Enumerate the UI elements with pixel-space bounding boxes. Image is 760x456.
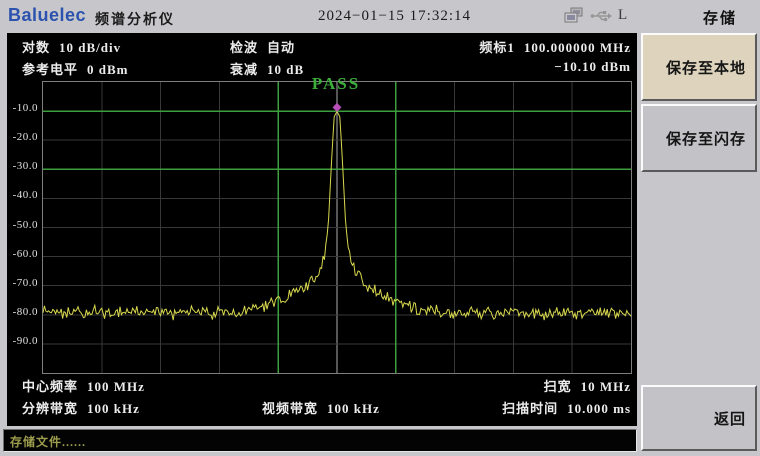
scale-setting: 对数 10 dB/div <box>22 37 121 56</box>
y-axis-label: -60.0 <box>7 248 38 260</box>
back-button-label: 返回 <box>714 408 746 429</box>
marker-readout-freq: 频标1 100.000000 MHz <box>479 37 631 56</box>
rbw-readout: 分辨带宽 100 kHz <box>22 398 140 417</box>
ref-level-setting: 参考电平 0 dBm <box>22 59 129 78</box>
sweep-time-readout: 扫描时间 10.000 ms <box>502 398 631 417</box>
header-bar: Baluelec 频谱分析仪 2024−01−15 17:32:14 L 存储 <box>0 0 760 33</box>
span-value: 10 MHz <box>581 379 631 394</box>
center-frequency-value: 100 MHz <box>87 379 145 394</box>
span-label: 扫宽 <box>544 379 572 394</box>
menu-title: 存储 <box>685 7 755 28</box>
y-axis-label: -90.0 <box>7 335 38 347</box>
pass-indicator: PASS <box>296 74 376 94</box>
vbw-readout: 视频带宽 100 kHz <box>262 398 380 417</box>
detector-setting: 检波自动 <box>230 37 295 56</box>
sweep-time-value: 10.000 ms <box>567 401 631 416</box>
y-axis-label: -80.0 <box>7 306 38 318</box>
center-frequency-label: 中心频率 <box>22 379 78 394</box>
ref-level-value: 0 dBm <box>87 62 128 77</box>
spectrum-chart-svg <box>43 82 631 373</box>
rbw-label: 分辨带宽 <box>22 401 78 416</box>
app-title: 频谱分析仪 <box>95 9 175 29</box>
datetime: 2024−01−15 17:32:14 <box>318 8 471 25</box>
span-readout: 扫宽 10 MHz <box>544 376 631 395</box>
vbw-label: 视频带宽 <box>262 401 318 416</box>
save-to-local-label: 保存至本地 <box>666 57 746 78</box>
brand-logo: Baluelec <box>8 5 86 26</box>
status-letter: L <box>618 7 627 24</box>
y-axis-label: -50.0 <box>7 219 38 231</box>
usb-icon <box>590 9 613 28</box>
status-bar: 存储文件...... <box>3 429 637 452</box>
detector-value: 自动 <box>267 40 295 55</box>
plot-area <box>42 81 632 374</box>
center-frequency-readout: 中心频率 100 MHz <box>22 376 145 395</box>
marker-label: 频标1 <box>479 40 515 55</box>
scale-label: 对数 <box>22 40 50 55</box>
save-to-flash-label: 保存至闪存 <box>666 128 746 149</box>
save-to-local-button[interactable]: 保存至本地 <box>641 33 757 101</box>
save-status-text: 存储文件...... <box>10 433 86 450</box>
y-axis-label: -40.0 <box>7 189 38 201</box>
ref-level-label: 参考电平 <box>22 62 78 77</box>
scale-value: 10 dB/div <box>59 40 121 55</box>
detector-label: 检波 <box>230 40 258 55</box>
y-axis-label: -20.0 <box>7 131 38 143</box>
vbw-value: 100 kHz <box>327 401 380 416</box>
marker-freq-value: 100.000000 MHz <box>524 40 631 55</box>
sweep-time-label: 扫描时间 <box>502 401 558 416</box>
marker-readout-level: −10.10 dBm <box>554 59 631 75</box>
y-axis-label: -70.0 <box>7 277 38 289</box>
attenuation-label: 衰减 <box>230 62 258 77</box>
back-button[interactable]: 返回 <box>641 385 757 451</box>
network-icon <box>563 7 585 30</box>
y-axis-label: -30.0 <box>7 160 38 172</box>
screen: 对数 10 dB/div 检波自动 频标1 100.000000 MHz 参考电平 0… <box>7 33 637 426</box>
attenuation-setting: 衰减10 dB <box>230 59 304 78</box>
rbw-value: 100 kHz <box>87 401 140 416</box>
y-axis-label: -10.0 <box>7 102 38 114</box>
save-to-flash-button[interactable]: 保存至闪存 <box>641 104 757 172</box>
